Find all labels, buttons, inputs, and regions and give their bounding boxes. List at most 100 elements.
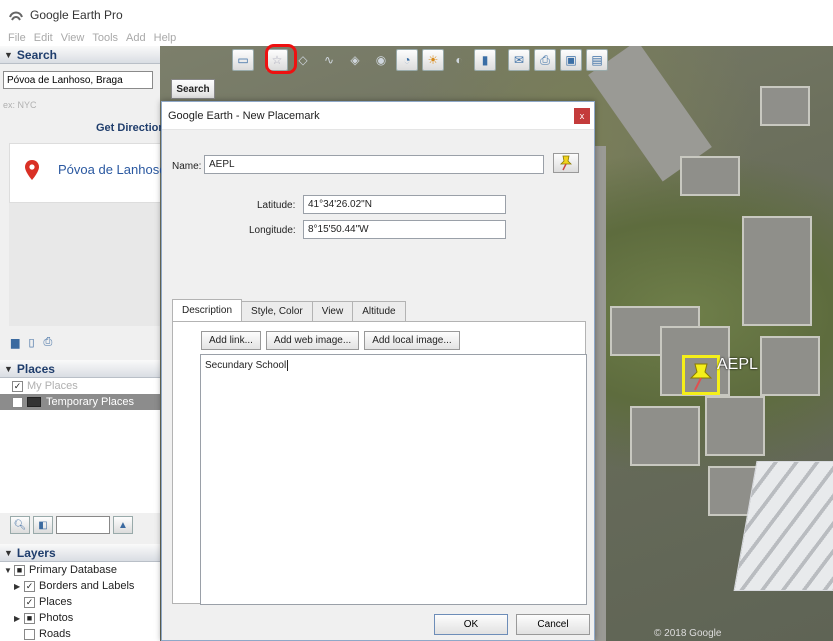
search-results-area bbox=[9, 203, 160, 326]
checkbox[interactable]: ✓ bbox=[24, 596, 35, 608]
latitude-field[interactable] bbox=[303, 195, 506, 214]
planets-icon[interactable]: ◐ bbox=[448, 49, 470, 71]
google-earth-icon bbox=[9, 11, 23, 21]
menu-help[interactable]: Help bbox=[154, 32, 177, 44]
expand-icon[interactable]: ▶ bbox=[14, 582, 24, 591]
print-icon[interactable]: ⎙ bbox=[534, 49, 556, 71]
layers-tree: ▼ ■ Primary Database ▶ ✓ Borders and Lab… bbox=[0, 562, 160, 641]
record-tour-icon[interactable]: ◉ bbox=[370, 49, 392, 71]
add-web-image-button[interactable]: Add web image... bbox=[265, 331, 360, 350]
places-search-input[interactable] bbox=[56, 516, 110, 534]
menu-edit[interactable]: Edit bbox=[34, 32, 53, 44]
search-input[interactable] bbox=[3, 71, 153, 89]
placemark-selection-box[interactable] bbox=[682, 355, 720, 395]
placemark-icon-button[interactable] bbox=[553, 153, 579, 173]
longitude-field[interactable] bbox=[303, 220, 506, 239]
ruler-icon[interactable]: ▮ bbox=[474, 49, 496, 71]
dialog-title: Google Earth - New Placemark bbox=[168, 109, 320, 122]
collapse-triangle-icon: ▼ bbox=[4, 547, 13, 558]
ok-button[interactable]: OK bbox=[434, 614, 508, 635]
tab-style-color[interactable]: Style, Color bbox=[241, 301, 313, 321]
latitude-label: Latitude: bbox=[257, 200, 296, 211]
add-to-places-icon[interactable]: ▆ bbox=[11, 336, 19, 349]
checkbox[interactable]: ■ bbox=[24, 612, 35, 624]
add-link-button[interactable]: Add link... bbox=[201, 331, 261, 350]
pushpin-icon bbox=[689, 363, 713, 391]
layer-item[interactable]: ▼ ■ Primary Database bbox=[0, 562, 160, 578]
layer-item[interactable]: ▶ ■ Photos bbox=[0, 610, 160, 626]
layer-item[interactable]: ▶ ✓ Borders and Labels bbox=[0, 578, 160, 594]
map-building bbox=[760, 86, 810, 126]
search-places-icon[interactable]: 🔍︎ bbox=[10, 516, 30, 534]
longitude-label: Longitude: bbox=[249, 225, 296, 236]
checkbox[interactable]: ✓ bbox=[24, 580, 35, 592]
search-panel-header[interactable]: ▼ Search bbox=[0, 46, 160, 64]
places-tree: ✓ My Places Temporary Places bbox=[0, 378, 160, 513]
expand-icon[interactable]: ▼ bbox=[4, 566, 14, 575]
tab-altitude[interactable]: Altitude bbox=[352, 301, 406, 321]
search-button[interactable]: Search bbox=[171, 79, 215, 99]
collapse-triangle-icon: ▼ bbox=[4, 49, 13, 60]
save-image-icon[interactable]: ▤ bbox=[586, 49, 608, 71]
description-panel: Add link... Add web image... Add local i… bbox=[172, 321, 587, 605]
search-result-label: Póvoa de Lanhoso bbox=[58, 162, 167, 177]
places-tools: 🔍︎ ◧ ▲ bbox=[10, 516, 133, 534]
menu-bar: File Edit View Tools Add Help bbox=[0, 30, 833, 46]
checkbox[interactable]: ■ bbox=[14, 564, 25, 576]
checkbox[interactable]: ✓ bbox=[12, 380, 23, 392]
move-up-icon[interactable]: ▲ bbox=[113, 516, 133, 534]
sidebar-toggle-icon[interactable]: ▭ bbox=[232, 49, 254, 71]
layers-panel-header[interactable]: ▼ Layers bbox=[0, 544, 160, 562]
new-placemark-dialog: Google Earth - New Placemark x Name: Lat… bbox=[161, 101, 595, 641]
tree-item-temporary-places[interactable]: Temporary Places bbox=[0, 394, 160, 410]
menu-view[interactable]: View bbox=[61, 32, 85, 44]
menu-tools[interactable]: Tools bbox=[92, 32, 118, 44]
checkbox[interactable] bbox=[24, 628, 35, 640]
text-cursor bbox=[287, 360, 289, 371]
add-local-image-button[interactable]: Add local image... bbox=[364, 331, 460, 350]
tree-item-my-places[interactable]: ✓ My Places bbox=[0, 378, 160, 394]
tab-view[interactable]: View bbox=[311, 301, 354, 321]
map-building bbox=[742, 216, 812, 326]
menu-add[interactable]: Add bbox=[126, 32, 146, 44]
map-copyright: © 2018 Google bbox=[654, 628, 722, 639]
add-path-icon[interactable]: ∿ bbox=[318, 49, 340, 71]
get-directions-link[interactable]: Get Directions bbox=[96, 122, 171, 134]
cancel-button[interactable]: Cancel bbox=[516, 614, 590, 635]
copy-icon[interactable]: ▯ bbox=[28, 336, 34, 349]
window-title: Google Earth Pro bbox=[30, 8, 123, 22]
menu-file[interactable]: File bbox=[8, 32, 26, 44]
expand-icon[interactable]: ▶ bbox=[14, 614, 24, 623]
name-label: Name: bbox=[172, 161, 202, 172]
search-hint: ex: NYC bbox=[3, 100, 37, 110]
add-image-overlay-icon[interactable]: ◈ bbox=[344, 49, 366, 71]
toggle-panel-icon[interactable]: ◧ bbox=[33, 516, 53, 534]
dialog-tabs: Description Style, Color View Altitude bbox=[172, 299, 406, 321]
email-icon[interactable]: ✉ bbox=[508, 49, 530, 71]
checkbox[interactable] bbox=[12, 396, 23, 408]
layer-item[interactable]: Roads bbox=[0, 626, 160, 641]
folder-icon bbox=[27, 397, 41, 407]
name-field[interactable] bbox=[204, 155, 544, 174]
search-result-item[interactable]: Póvoa de Lanhoso bbox=[9, 143, 166, 203]
google-maps-icon[interactable]: ▣ bbox=[560, 49, 582, 71]
search-result-tools: ▆ ▯ ⎙ bbox=[11, 336, 52, 349]
tab-description[interactable]: Description bbox=[172, 299, 243, 321]
description-buttons: Add link... Add web image... Add local i… bbox=[201, 331, 460, 350]
map-building bbox=[705, 396, 765, 456]
places-panel-header[interactable]: ▼ Places bbox=[0, 360, 160, 378]
close-icon[interactable]: x bbox=[574, 108, 590, 124]
pushpin-icon bbox=[560, 155, 572, 171]
location-pin-icon bbox=[25, 160, 39, 180]
layer-item[interactable]: ✓ Places bbox=[0, 594, 160, 610]
description-textarea[interactable]: Secundary School bbox=[200, 354, 587, 605]
map-building bbox=[630, 406, 700, 466]
print-results-icon[interactable]: ⎙ bbox=[44, 336, 53, 349]
placemark-label: AEPL bbox=[717, 356, 758, 373]
historical-imagery-icon[interactable]: ◔ bbox=[396, 49, 418, 71]
dialog-titlebar: Google Earth - New Placemark bbox=[162, 102, 594, 130]
map-building bbox=[680, 156, 740, 196]
collapse-triangle-icon: ▼ bbox=[4, 363, 13, 374]
map-building bbox=[760, 336, 820, 396]
sunlight-icon[interactable]: ☀ bbox=[422, 49, 444, 71]
